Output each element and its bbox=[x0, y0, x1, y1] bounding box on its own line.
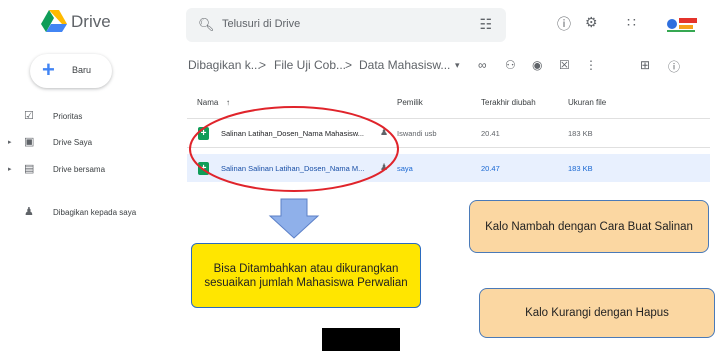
people-icon: ♟ bbox=[24, 206, 34, 218]
modified-cell: 20.41 bbox=[481, 129, 500, 138]
search-options-icon[interactable]: ☷ bbox=[479, 16, 492, 33]
column-header-modified[interactable]: Terakhir diubah bbox=[481, 98, 536, 107]
highlight-circle bbox=[189, 106, 399, 192]
breadcrumb-item[interactable]: Dibagikan k... bbox=[188, 58, 261, 72]
plus-icon: + bbox=[42, 57, 55, 82]
settings-gear-icon[interactable]: ⚙ bbox=[585, 14, 598, 31]
share-add-person-icon[interactable]: ⚇ bbox=[505, 58, 516, 72]
app-title[interactable]: Drive bbox=[71, 12, 111, 32]
search-input[interactable]: Telusuri di Drive bbox=[222, 18, 300, 30]
down-arrow-annotation bbox=[268, 198, 320, 239]
new-button-label: Baru bbox=[72, 65, 92, 75]
apps-grid-icon[interactable]: ∷ bbox=[627, 14, 636, 31]
column-header-size[interactable]: Ukuran file bbox=[568, 98, 606, 107]
note-add-by-copy: Kalo Nambah dengan Cara Buat Salinan bbox=[469, 200, 709, 253]
help-icon[interactable]: ⓘ bbox=[557, 14, 571, 34]
check-circle-icon: ☑ bbox=[24, 110, 34, 122]
breadcrumb-item[interactable]: File Uji Cob... bbox=[274, 58, 346, 72]
redaction-block bbox=[322, 328, 400, 351]
my-drive-icon: ▣ bbox=[24, 136, 35, 148]
size-cell: 183 KB bbox=[568, 164, 593, 173]
search-icon[interactable]: 🔍︎ bbox=[198, 17, 215, 33]
trash-icon[interactable]: ☒ bbox=[559, 58, 570, 72]
size-cell: 183 KB bbox=[568, 129, 593, 138]
chevron-down-icon[interactable]: ▾ bbox=[455, 60, 460, 71]
details-info-icon[interactable]: ⓘ bbox=[668, 58, 680, 75]
new-button[interactable]: + Baru bbox=[30, 54, 112, 88]
link-icon[interactable]: ∞ bbox=[478, 58, 487, 72]
drive-logo-icon[interactable] bbox=[41, 9, 67, 33]
note-remove-by-delete: Kalo Kurangi dengan Hapus bbox=[479, 288, 715, 338]
breadcrumb-separator: > bbox=[259, 58, 267, 72]
note-add-or-reduce: Bisa Ditambahkan atau dikurangkan sesuai… bbox=[191, 243, 421, 308]
breadcrumb-current[interactable]: Data Mahasisw... bbox=[359, 58, 450, 72]
breadcrumb-separator: > bbox=[345, 58, 353, 72]
expand-caret-icon[interactable]: ▸ bbox=[8, 165, 12, 173]
shared-drives-icon: ▤ bbox=[24, 163, 35, 175]
modified-cell: 20.47 bbox=[481, 164, 500, 173]
search-bar[interactable]: 🔍︎ Telusuri di Drive ☷ bbox=[186, 8, 506, 42]
more-vert-icon[interactable]: ⋮ bbox=[585, 58, 597, 72]
grid-view-icon[interactable]: ⊞ bbox=[640, 58, 650, 72]
account-avatar[interactable] bbox=[663, 12, 699, 36]
expand-caret-icon[interactable]: ▸ bbox=[8, 138, 12, 146]
preview-eye-icon[interactable]: ◉ bbox=[532, 58, 542, 72]
owner-cell: Iswandi usb bbox=[397, 129, 437, 138]
